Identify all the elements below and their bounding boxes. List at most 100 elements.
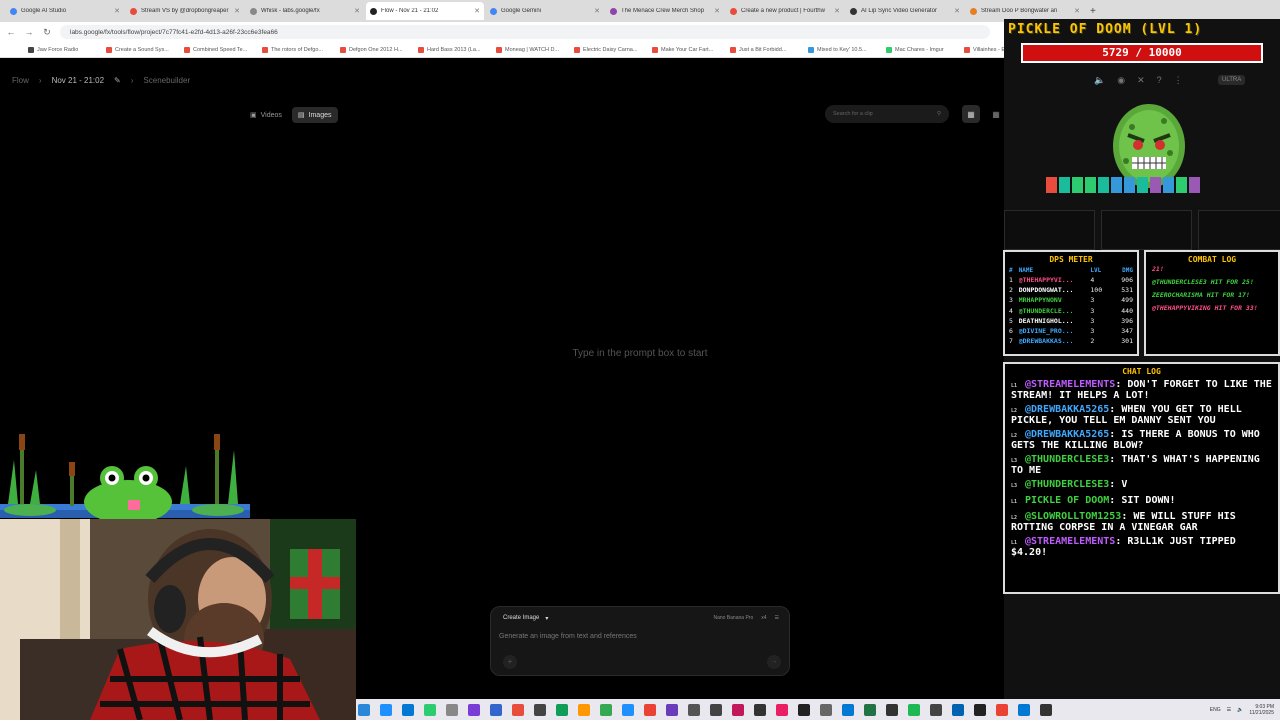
taskbar-app-icon[interactable] xyxy=(666,703,678,716)
tab-videos[interactable]: ▣ Videos xyxy=(244,107,288,123)
browser-tab[interactable]: Google AI Studio ✕ xyxy=(6,2,124,20)
bookmark[interactable]: Mac Chares - Imgur xyxy=(886,46,954,53)
tab-title: Google Gemini xyxy=(501,8,542,14)
taskbar-app-icon[interactable] xyxy=(864,703,876,716)
taskbar-app-icon[interactable] xyxy=(380,703,392,716)
browser-tab[interactable]: Stream VS by @dropbongreaper ✕ xyxy=(126,2,244,20)
taskbar-app-icon[interactable] xyxy=(402,703,414,716)
bookmark[interactable]: Electric Daisy Carna... xyxy=(574,46,642,53)
taskbar-app-icon[interactable] xyxy=(446,703,458,716)
taskbar-app-icon[interactable] xyxy=(644,703,656,716)
more-icon[interactable]: ⋮ xyxy=(1174,75,1183,86)
browser-tab[interactable]: Google Gemini ✕ xyxy=(486,2,604,20)
browser-tab[interactable]: Create a new product | Fourthw ✕ xyxy=(726,2,844,20)
close-icon[interactable]: ✕ xyxy=(954,7,960,15)
bookmark[interactable]: Moneag | WATCH D... xyxy=(496,46,564,53)
bookmark[interactable]: The rotors of Defgo... xyxy=(262,46,330,53)
new-tab-icon[interactable]: + xyxy=(1090,6,1096,17)
tab-favicon-icon xyxy=(730,7,737,15)
taskbar-app-icon[interactable] xyxy=(512,703,524,716)
bookmark[interactable]: Make Your Car Fart... xyxy=(652,46,720,53)
discord-icon[interactable]: ◉ xyxy=(1117,75,1125,86)
send-icon[interactable]: → xyxy=(767,655,781,669)
taskbar-app-icon[interactable] xyxy=(534,703,546,716)
bookmark[interactable]: Hard Bass 2013 (La... xyxy=(418,46,486,53)
bookmark[interactable]: Jaw Force Radio xyxy=(28,46,96,53)
bookmark[interactable]: Mixed to Key' 10.5... xyxy=(808,46,876,53)
bookmark[interactable]: Create a Sound Sys... xyxy=(106,46,174,53)
taskbar-app-icon[interactable] xyxy=(930,703,942,716)
back-icon[interactable]: ← xyxy=(6,27,16,37)
mode-selector[interactable]: Create Image ▾ xyxy=(503,615,548,622)
settings-icon[interactable]: ☰ xyxy=(775,615,779,621)
tab-images[interactable]: ▤ Images xyxy=(291,107,338,123)
taskbar-app-icon[interactable] xyxy=(600,703,612,716)
taskbar-app-icon[interactable] xyxy=(710,703,722,716)
volume-icon[interactable]: 🔈 xyxy=(1237,707,1243,713)
browser-tab[interactable]: Flow - Nov 21 - 21:02 ✕ xyxy=(366,2,484,20)
taskbar-app-icon[interactable] xyxy=(842,703,854,716)
taskbar-app-icon[interactable] xyxy=(622,703,634,716)
close-icon[interactable]: ✕ xyxy=(594,7,600,15)
taskbar-app-icon[interactable] xyxy=(908,703,920,716)
taskbar-app-icon[interactable] xyxy=(1040,703,1052,716)
bookmark[interactable]: Defgon One 2012 H... xyxy=(340,46,408,53)
help-icon[interactable]: ? xyxy=(1157,75,1162,86)
video-icon: ▣ xyxy=(250,112,257,119)
taskbar-app-icon[interactable] xyxy=(490,703,502,716)
prompt-box[interactable]: Create Image ▾ Nano Banana Pro x4 ☰ Gene… xyxy=(490,606,790,676)
pencil-icon[interactable]: ✎ xyxy=(114,76,121,85)
browser-tab[interactable]: Stream Doo P Bongwater an ✕ xyxy=(966,2,1084,20)
taskbar-app-icon[interactable] xyxy=(776,703,788,716)
rune-icon xyxy=(1059,177,1070,193)
search-input[interactable]: Search for a clip ⚲ xyxy=(825,105,949,123)
close-icon[interactable]: ✕ xyxy=(234,7,240,15)
address-bar[interactable]: labs.google/fx/tools/flow/project/7c77fc… xyxy=(60,25,990,39)
model-settings[interactable]: Nano Banana Pro x4 ☰ xyxy=(713,615,779,621)
list-view-icon[interactable]: ▦ xyxy=(987,105,1005,123)
close-icon[interactable]: ✕ xyxy=(834,7,840,15)
close-icon[interactable]: ✕ xyxy=(114,7,120,15)
breadcrumb-project[interactable]: Nov 21 - 21:02 xyxy=(52,76,104,85)
tab-title: The Menace Crew Merch Shop xyxy=(621,8,705,14)
taskbar-app-icon[interactable] xyxy=(996,703,1008,716)
taskbar-app-icon[interactable] xyxy=(424,703,436,716)
wifi-icon[interactable]: ☰ xyxy=(1227,707,1231,713)
taskbar-app-icon[interactable] xyxy=(732,703,744,716)
taskbar-app-icon[interactable] xyxy=(358,703,370,716)
bookmark[interactable]: Combined Speed Te... xyxy=(184,46,252,53)
grid-view-icon[interactable]: ▦ xyxy=(962,105,980,123)
taskbar-app-icon[interactable] xyxy=(798,703,810,716)
volume-icon[interactable]: 🔈 xyxy=(1094,75,1105,86)
add-icon[interactable]: + xyxy=(503,655,517,669)
browser-tab[interactable]: Whisk - labs.google/fx ✕ xyxy=(246,2,364,20)
taskbar-app-icon[interactable] xyxy=(468,703,480,716)
forward-icon[interactable]: → xyxy=(24,27,34,37)
taskbar-app-icon[interactable] xyxy=(886,703,898,716)
reload-icon[interactable]: ↻ xyxy=(42,27,52,38)
taskbar-app-icon[interactable] xyxy=(974,703,986,716)
taskbar-app-icon[interactable] xyxy=(820,703,832,716)
bookmark-label: Moneag | WATCH D... xyxy=(505,46,559,53)
clock-date: 11/21/2025 xyxy=(1249,709,1274,716)
taskbar-app-icon[interactable] xyxy=(1018,703,1030,716)
taskbar-app-icon[interactable] xyxy=(952,703,964,716)
x-icon[interactable]: ✕ xyxy=(1137,75,1145,86)
tray-lang[interactable]: ENG xyxy=(1210,707,1221,713)
taskbar-app-icon[interactable] xyxy=(556,703,568,716)
bookmark[interactable]: Just a Bit Forbidd... xyxy=(730,46,798,53)
close-icon[interactable]: ✕ xyxy=(1074,7,1080,15)
taskbar-app-icon[interactable] xyxy=(754,703,766,716)
tab-title: Flow - Nov 21 - 21:02 xyxy=(381,8,439,14)
prompt-input[interactable]: Generate an image from text and referenc… xyxy=(499,633,637,640)
clock[interactable]: 9:03 PM 11/21/2025 xyxy=(1249,704,1274,716)
close-icon[interactable]: ✕ xyxy=(714,7,720,15)
taskbar-app-icon[interactable] xyxy=(688,703,700,716)
close-icon[interactable]: ✕ xyxy=(354,7,360,15)
browser-tab[interactable]: AI Lip Sync Video Generator ✕ xyxy=(846,2,964,20)
breadcrumb-scene[interactable]: Scenebuilder xyxy=(143,76,190,85)
taskbar-app-icon[interactable] xyxy=(578,703,590,716)
browser-tab[interactable]: The Menace Crew Merch Shop ✕ xyxy=(606,2,724,20)
breadcrumb-root[interactable]: Flow xyxy=(12,76,29,85)
close-icon[interactable]: ✕ xyxy=(474,7,480,15)
